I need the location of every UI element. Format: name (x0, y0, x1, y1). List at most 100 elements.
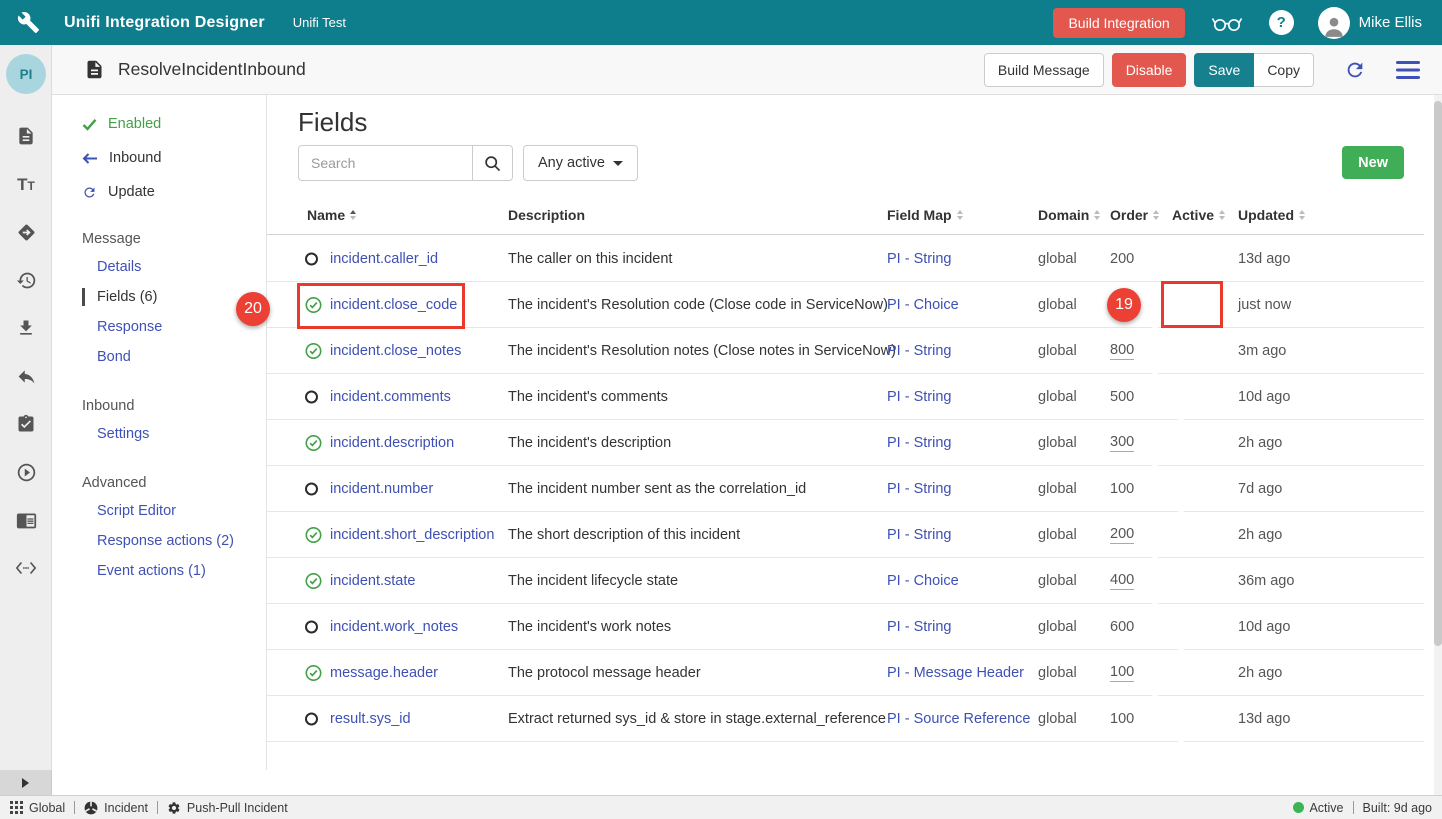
search-input[interactable] (298, 145, 473, 181)
field-map-link[interactable]: PI - Message Header (887, 665, 1024, 681)
refresh-icon[interactable] (1344, 59, 1366, 81)
field-updated: 7d ago (1238, 481, 1282, 497)
field-status (305, 526, 322, 543)
table-row: incident.comments The incident's comment… (267, 374, 1424, 420)
field-domain: global (1038, 665, 1077, 681)
field-map-link[interactable]: PI - String (887, 527, 951, 543)
column-header-domain[interactable]: Domain (1038, 207, 1100, 223)
toggle-knob (1145, 676, 1165, 696)
text-format-icon[interactable]: TT (15, 173, 37, 195)
column-header-description: Description (508, 207, 585, 223)
menu-icon[interactable] (1396, 61, 1420, 79)
field-order[interactable]: 100 (1110, 664, 1134, 682)
save-button[interactable]: Save (1194, 53, 1254, 87)
field-order[interactable]: 300 (1110, 434, 1134, 452)
field-order[interactable]: 800 (1110, 342, 1134, 360)
play-circle-icon[interactable] (15, 461, 37, 483)
field-map-link[interactable]: PI - String (887, 389, 951, 405)
new-field-button[interactable]: New (1342, 146, 1404, 179)
table-row: message.header The protocol message head… (267, 650, 1424, 696)
table-row: incident.short_description The short des… (267, 512, 1424, 558)
nav-item-update[interactable]: Update (52, 175, 266, 209)
field-domain: global (1038, 573, 1077, 589)
field-name-link[interactable]: message.header (330, 665, 438, 681)
nav-item-enabled[interactable]: Enabled (52, 107, 266, 141)
scrollbar-thumb[interactable] (1434, 101, 1442, 646)
nav-item-bond[interactable]: Bond (52, 342, 266, 372)
field-description: The protocol message header (508, 665, 701, 681)
table-row: incident.close_code The incident's Resol… (267, 282, 1424, 328)
build-message-button[interactable]: Build Message (984, 53, 1104, 87)
search-button[interactable] (473, 145, 513, 181)
column-header-order[interactable]: Order (1110, 207, 1159, 223)
field-order: 100 (1110, 481, 1134, 497)
field-order[interactable]: 400 (1110, 572, 1134, 590)
field-domain: global (1038, 297, 1077, 313)
active-filter-dropdown[interactable]: Any active (523, 145, 638, 181)
integration-avatar[interactable]: PI (6, 54, 46, 94)
field-name-link[interactable]: incident.short_description (330, 527, 494, 543)
expand-sidebar-button[interactable] (0, 770, 52, 795)
field-map-link[interactable]: PI - String (887, 251, 951, 267)
table-row: incident.work_notes The incident's work … (267, 604, 1424, 650)
column-header-field-map[interactable]: Field Map (887, 207, 963, 223)
field-domain: global (1038, 435, 1077, 451)
nav-item-event-actions[interactable]: Event actions (1) (52, 556, 266, 586)
top-bar: Unifi Integration Designer Unifi Test Bu… (0, 0, 1442, 45)
download-icon[interactable] (15, 317, 37, 339)
column-header-active[interactable]: Active (1172, 207, 1225, 223)
field-status (305, 664, 322, 681)
field-map-link[interactable]: PI - String (887, 619, 951, 635)
active-check-icon (305, 526, 322, 543)
field-name-link[interactable]: incident.close_notes (330, 343, 461, 359)
nav-section-inbound: Inbound (82, 398, 266, 414)
field-name-link[interactable]: result.sys_id (330, 711, 411, 727)
nav-item-script-editor[interactable]: Script Editor (52, 496, 266, 526)
field-name-link[interactable]: incident.comments (330, 389, 451, 405)
field-map-link[interactable]: PI - String (887, 435, 951, 451)
field-updated: 10d ago (1238, 619, 1290, 635)
nav-item-inbound[interactable]: Inbound (52, 141, 266, 175)
field-map-link[interactable]: PI - Choice (887, 573, 959, 589)
field-name-link[interactable]: incident.state (330, 573, 415, 589)
send-diamond-icon[interactable] (15, 221, 37, 243)
task-check-icon[interactable] (15, 413, 37, 435)
reply-icon[interactable] (15, 365, 37, 387)
nav-item-details[interactable]: Details (52, 252, 266, 282)
column-header-updated[interactable]: Updated (1238, 207, 1305, 223)
field-map-link[interactable]: PI - String (887, 481, 951, 497)
document-icon[interactable] (15, 125, 37, 147)
column-header-name[interactable]: Name (307, 207, 356, 223)
sort-icon (1153, 210, 1159, 220)
field-map-link[interactable]: PI - Source Reference (887, 711, 1030, 727)
book-icon[interactable] (15, 509, 37, 531)
field-map-link[interactable]: PI - Choice (887, 297, 959, 313)
build-integration-button[interactable]: Build Integration (1053, 8, 1184, 38)
field-name-link[interactable]: incident.caller_id (330, 251, 438, 267)
field-order: 200 (1110, 251, 1134, 267)
nav-item-response[interactable]: Response (52, 312, 266, 342)
user-name: Mike Ellis (1359, 14, 1422, 31)
disable-button[interactable]: Disable (1112, 53, 1187, 87)
field-name-link[interactable]: incident.number (330, 481, 433, 497)
nav-item-settings[interactable]: Settings (52, 419, 266, 449)
field-name-link[interactable]: incident.work_notes (330, 619, 458, 635)
nav-item-response-actions[interactable]: Response actions (2) (52, 526, 266, 556)
field-order[interactable]: 200 (1110, 526, 1134, 544)
page-title: ResolveIncidentInbound (118, 59, 306, 80)
nav-item-fields[interactable]: Fields (6) (52, 282, 266, 312)
user-menu[interactable]: Mike Ellis (1318, 7, 1422, 39)
statusbar-scope: Global (10, 801, 65, 815)
field-map-link[interactable]: PI - String (887, 343, 951, 359)
help-icon[interactable]: ? (1269, 10, 1294, 35)
field-name-link[interactable]: incident.description (330, 435, 454, 451)
field-order: 500 (1110, 389, 1134, 405)
field-description: The incident's Resolution notes (Close n… (508, 343, 896, 359)
field-name-link[interactable]: incident.close_code (330, 297, 457, 313)
toggle-knob (1145, 308, 1165, 328)
glasses-icon[interactable] (1211, 13, 1243, 33)
history-icon[interactable] (15, 269, 37, 291)
field-status (305, 342, 322, 359)
code-icon[interactable] (15, 557, 37, 579)
copy-button[interactable]: Copy (1254, 53, 1314, 87)
